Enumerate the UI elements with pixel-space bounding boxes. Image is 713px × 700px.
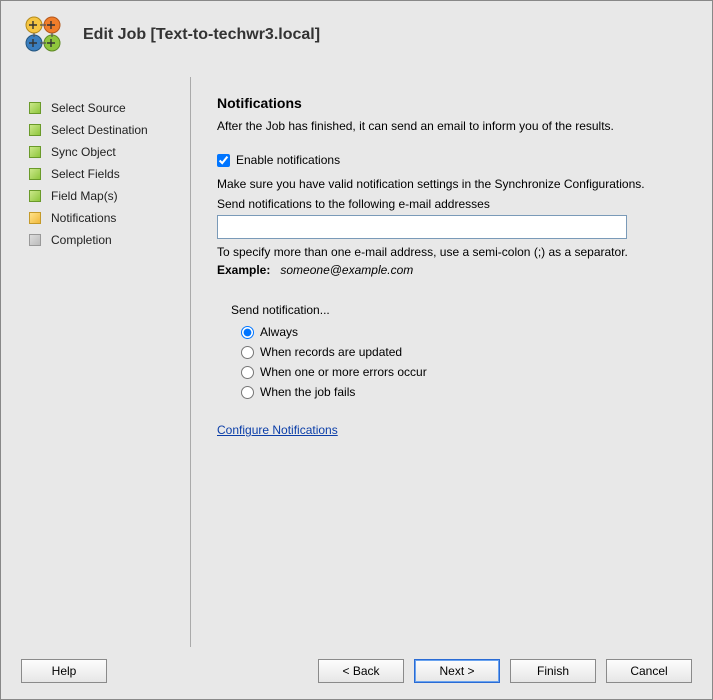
step-inactive-icon [29, 234, 41, 246]
wizard-sidebar: Select Source Select Destination Sync Ob… [21, 77, 191, 647]
step-done-icon [29, 124, 41, 136]
radio-label: When the job fails [260, 385, 355, 399]
step-done-icon [29, 146, 41, 158]
example-value: someone@example.com [280, 263, 413, 277]
help-button[interactable]: Help [21, 659, 107, 683]
sidebar-item-completion[interactable]: Completion [29, 229, 180, 251]
enable-notifications-checkbox[interactable] [217, 154, 230, 167]
configure-notifications-link[interactable]: Configure Notifications [217, 423, 338, 437]
dialog-body: Select Source Select Destination Sync Ob… [1, 77, 712, 647]
sidebar-item-label: Notifications [51, 211, 116, 225]
sidebar-item-label: Completion [51, 233, 112, 247]
radio-row-updated: When records are updated [241, 345, 672, 359]
page-description: After the Job has finished, it can send … [217, 119, 672, 133]
app-logo-icon [19, 11, 67, 59]
next-button[interactable]: Next > [414, 659, 500, 683]
edit-job-dialog: Edit Job [Text-to-techwr3.local] Select … [0, 0, 713, 700]
sidebar-item-select-source[interactable]: Select Source [29, 97, 180, 119]
wizard-content: Notifications After the Job has finished… [191, 77, 692, 647]
radio-row-errors: When one or more errors occur [241, 365, 672, 379]
send-notification-group: Send notification... Always When records… [231, 303, 672, 399]
radio-group-title: Send notification... [231, 303, 672, 317]
sidebar-item-select-destination[interactable]: Select Destination [29, 119, 180, 141]
sidebar-item-label: Select Source [51, 101, 126, 115]
sidebar-item-select-fields[interactable]: Select Fields [29, 163, 180, 185]
sidebar-item-sync-object[interactable]: Sync Object [29, 141, 180, 163]
config-hint: Make sure you have valid notification se… [217, 177, 672, 191]
step-done-icon [29, 102, 41, 114]
step-current-icon [29, 212, 41, 224]
dialog-title: Edit Job [Text-to-techwr3.local] [83, 26, 320, 44]
sidebar-item-label: Sync Object [51, 145, 116, 159]
page-heading: Notifications [217, 95, 672, 111]
sidebar-item-label: Select Destination [51, 123, 148, 137]
radio-label: When records are updated [260, 345, 402, 359]
radio-records-updated[interactable] [241, 346, 254, 359]
sidebar-item-field-maps[interactable]: Field Map(s) [29, 185, 180, 207]
finish-button[interactable]: Finish [510, 659, 596, 683]
example-label: Example: [217, 263, 270, 277]
sidebar-item-label: Field Map(s) [51, 189, 118, 203]
enable-notifications-label: Enable notifications [236, 153, 340, 167]
cancel-button[interactable]: Cancel [606, 659, 692, 683]
radio-job-fails[interactable] [241, 386, 254, 399]
step-done-icon [29, 190, 41, 202]
radio-always[interactable] [241, 326, 254, 339]
email-field-label: Send notifications to the following e-ma… [217, 197, 672, 211]
radio-label: When one or more errors occur [260, 365, 427, 379]
multi-address-hint: To specify more than one e-mail address,… [217, 245, 672, 259]
radio-row-fails: When the job fails [241, 385, 672, 399]
radio-row-always: Always [241, 325, 672, 339]
radio-errors-occur[interactable] [241, 366, 254, 379]
back-button[interactable]: < Back [318, 659, 404, 683]
sidebar-item-notifications[interactable]: Notifications [29, 207, 180, 229]
sidebar-item-label: Select Fields [51, 167, 120, 181]
enable-notifications-row: Enable notifications [217, 153, 672, 167]
example-row: Example: someone@example.com [217, 263, 672, 277]
radio-label: Always [260, 325, 298, 339]
dialog-footer: Help < Back Next > Finish Cancel [1, 647, 712, 699]
email-addresses-input[interactable] [217, 215, 627, 239]
step-done-icon [29, 168, 41, 180]
dialog-header: Edit Job [Text-to-techwr3.local] [1, 1, 712, 77]
